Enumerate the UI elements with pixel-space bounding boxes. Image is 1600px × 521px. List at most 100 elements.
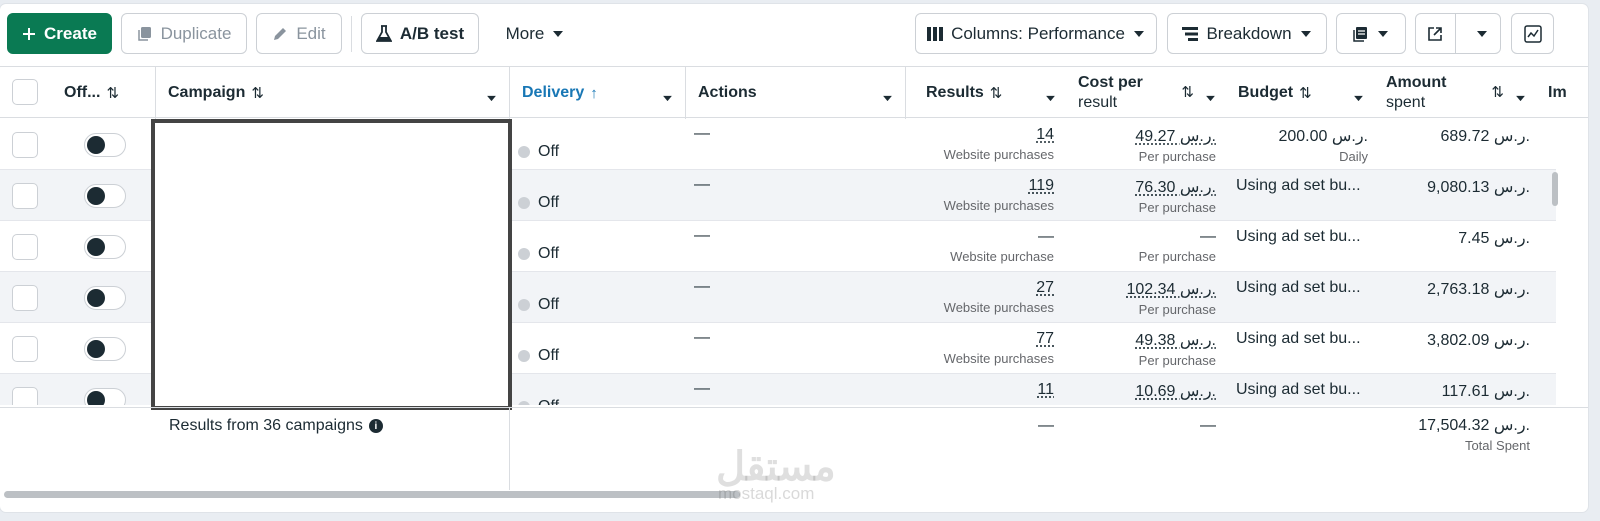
- campaign-on-off-toggle[interactable]: [84, 235, 126, 259]
- select-all-cell: [0, 67, 52, 119]
- cost-per-result-value[interactable]: 102.34 ر.س.: [1074, 279, 1216, 299]
- results-value[interactable]: —: [906, 228, 1054, 246]
- select-all-checkbox[interactable]: [12, 79, 38, 105]
- cost-per-result-value[interactable]: 76.30 ر.س.: [1074, 177, 1216, 197]
- results-value[interactable]: 119: [906, 177, 1054, 195]
- redacted-campaign-names: [151, 119, 512, 410]
- delivery-label: Off: [538, 398, 559, 406]
- cost-per-result-type: Per purchase: [1138, 200, 1216, 215]
- status-dot-icon: [518, 298, 530, 311]
- results-cell: 11: [906, 381, 1054, 405]
- row-checkbox[interactable]: [12, 285, 38, 311]
- column-budget[interactable]: Budget ⇅: [1228, 67, 1376, 119]
- row-checkbox[interactable]: [12, 336, 38, 362]
- footer-amount-spent: 17,504.32 ر.س. Total Spent: [1380, 415, 1530, 466]
- caret-down-icon[interactable]: [662, 89, 673, 107]
- results-value[interactable]: 11: [906, 381, 1054, 399]
- cost-per-result-value[interactable]: 49.38 ر.س.: [1074, 330, 1216, 350]
- results-type: Website purchases: [943, 351, 1054, 366]
- budget-type: Daily: [1339, 149, 1368, 164]
- amount-spent-line1: Amount: [1386, 74, 1447, 91]
- column-cost-per-result[interactable]: Cost per result ⇅: [1068, 67, 1228, 119]
- sort-icon[interactable]: ⇅: [1491, 83, 1504, 101]
- status-dot-icon: [518, 145, 530, 158]
- actions-value: —: [694, 125, 710, 142]
- cost-per-result-cell: 10.69 ر.س.: [1074, 381, 1216, 405]
- status-dot-icon: [518, 400, 530, 405]
- actions-value: —: [694, 380, 710, 397]
- caret-down-icon[interactable]: [486, 89, 497, 107]
- plus-icon: [22, 27, 36, 41]
- cost-per-result-value[interactable]: —: [1074, 228, 1216, 246]
- sort-ascending-icon[interactable]: ↑: [590, 85, 598, 102]
- edit-button[interactable]: Edit: [256, 13, 342, 54]
- cost-per-result-value[interactable]: 49.27 ر.س.: [1074, 126, 1216, 146]
- column-off[interactable]: Off... ⇅: [52, 67, 156, 119]
- results-type: Website purchases: [943, 147, 1054, 162]
- ab-test-button[interactable]: A/B test: [361, 13, 479, 54]
- row-checkbox[interactable]: [12, 132, 38, 158]
- caret-down-icon[interactable]: [1045, 89, 1056, 107]
- column-campaign[interactable]: Campaign ⇅: [156, 67, 510, 119]
- row-checkbox[interactable]: [12, 387, 38, 405]
- caret-down-icon[interactable]: [1205, 89, 1216, 107]
- reports-dropdown[interactable]: [1336, 13, 1406, 54]
- export-button-group[interactable]: [1415, 13, 1501, 54]
- column-results[interactable]: Results ⇅: [906, 67, 1068, 119]
- caret-down-icon[interactable]: [1515, 89, 1526, 107]
- flask-icon: [375, 24, 392, 43]
- row-checkbox[interactable]: [12, 183, 38, 209]
- duplicate-label: Duplicate: [160, 23, 232, 43]
- budget-value: Using ad set bu...: [1236, 330, 1361, 347]
- duplicate-button[interactable]: Duplicate: [121, 13, 247, 54]
- breakdown-dropdown[interactable]: Breakdown: [1167, 13, 1327, 54]
- toolbar: Create Duplicate Edit A/B test More Colu…: [0, 4, 1588, 64]
- cost-per-result-value[interactable]: 10.69 ر.س.: [1074, 381, 1216, 401]
- campaign-on-off-toggle[interactable]: [84, 388, 126, 405]
- campaign-on-off-toggle[interactable]: [84, 286, 126, 310]
- budget-cell: Using ad set bu...: [1236, 381, 1368, 405]
- horizontal-scrollbar[interactable]: [4, 491, 740, 498]
- charts-button[interactable]: [1511, 13, 1554, 54]
- campaign-on-off-toggle[interactable]: [84, 133, 126, 157]
- footer-total-spent: 17,504.32 ر.س.: [1418, 417, 1530, 434]
- sort-icon[interactable]: ⇅: [990, 84, 1003, 102]
- column-amount-spent[interactable]: Amount spent ⇅: [1376, 67, 1538, 119]
- sort-icon[interactable]: ⇅: [1181, 83, 1194, 101]
- results-value[interactable]: 77: [906, 330, 1054, 348]
- campaign-on-off-toggle[interactable]: [84, 184, 126, 208]
- results-type: Website purchases: [943, 300, 1054, 315]
- column-budget-label: Budget: [1238, 84, 1294, 101]
- results-value[interactable]: 27: [906, 279, 1054, 297]
- delivery-label: Off: [538, 142, 560, 160]
- sort-icon[interactable]: ⇅: [251, 84, 264, 102]
- caret-down-icon[interactable]: [882, 89, 893, 107]
- caret-down-icon[interactable]: [1464, 30, 1500, 38]
- info-icon[interactable]: i: [368, 419, 383, 433]
- budget-value: Using ad set bu...: [1236, 279, 1361, 296]
- more-button[interactable]: More: [492, 13, 578, 54]
- column-actions[interactable]: Actions: [686, 67, 906, 119]
- budget-value: Using ad set bu...: [1236, 228, 1361, 245]
- row-checkbox[interactable]: [12, 234, 38, 260]
- footer-total-spent-label: Total Spent: [1464, 438, 1530, 453]
- cost-per-result-line1: Cost per: [1078, 74, 1143, 91]
- delivery-status: Off: [518, 381, 559, 405]
- amount-spent-line2: spent: [1386, 94, 1426, 111]
- export-icon[interactable]: [1416, 14, 1456, 53]
- sort-icon[interactable]: ⇅: [106, 84, 119, 102]
- vertical-scrollbar[interactable]: [1552, 172, 1558, 206]
- pencil-icon: [272, 26, 288, 42]
- column-next-truncated[interactable]: Im: [1538, 67, 1588, 119]
- sort-icon[interactable]: ⇅: [1299, 84, 1312, 102]
- actions-value: —: [694, 329, 710, 346]
- campaign-on-off-toggle[interactable]: [84, 337, 126, 361]
- watermark-url: mostaql.com: [718, 484, 815, 503]
- caret-down-icon[interactable]: [1353, 89, 1364, 107]
- create-label: Create: [44, 23, 97, 43]
- columns-dropdown[interactable]: Columns: Performance: [915, 13, 1157, 54]
- create-button[interactable]: Create: [7, 13, 112, 54]
- cost-per-result-type: Per purchase: [1138, 353, 1216, 368]
- column-delivery[interactable]: Delivery ↑: [510, 67, 686, 119]
- results-value[interactable]: 14: [906, 126, 1054, 144]
